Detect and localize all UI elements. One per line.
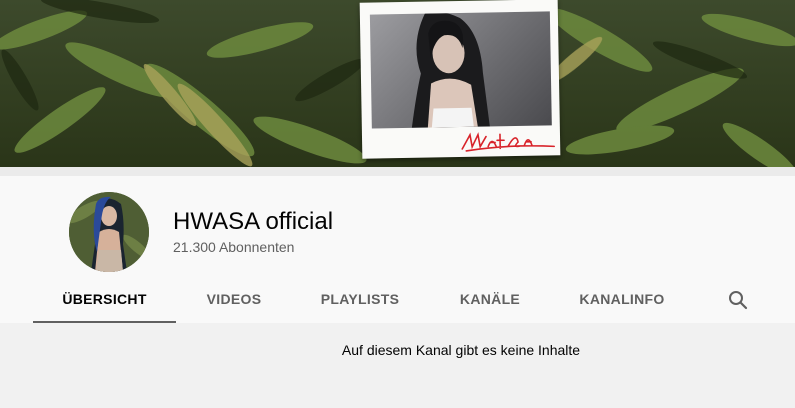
channel-content-area: Auf diesem Kanal gibt es keine Inhalte	[0, 323, 795, 408]
channel-tabs: ÜBERSICHT VIDEOS PLAYLISTS KANÄLE KANALI…	[0, 276, 795, 324]
channel-header: HWASA official 21.300 Abonnenten ÜBERSIC…	[0, 176, 795, 324]
polaroid-photo	[359, 0, 561, 159]
channel-avatar[interactable]	[69, 192, 149, 272]
banner-portrait-photo	[369, 11, 552, 129]
channel-banner	[0, 0, 795, 167]
banner-divider	[0, 167, 795, 176]
hwasa-signature-logo	[461, 132, 555, 152]
channel-name: HWASA official	[173, 208, 334, 235]
tab-channels[interactable]: KANÄLE	[447, 276, 533, 323]
tab-playlists[interactable]: PLAYLISTS	[305, 276, 415, 323]
subscriber-count: 21.300 Abonnenten	[173, 239, 295, 255]
tab-about[interactable]: KANALINFO	[567, 276, 677, 323]
tab-overview[interactable]: ÜBERSICHT	[33, 276, 176, 324]
tab-videos[interactable]: VIDEOS	[193, 276, 275, 323]
search-icon[interactable]	[725, 287, 751, 313]
empty-channel-message: Auf diesem Kanal gibt es keine Inhalte	[341, 342, 581, 358]
